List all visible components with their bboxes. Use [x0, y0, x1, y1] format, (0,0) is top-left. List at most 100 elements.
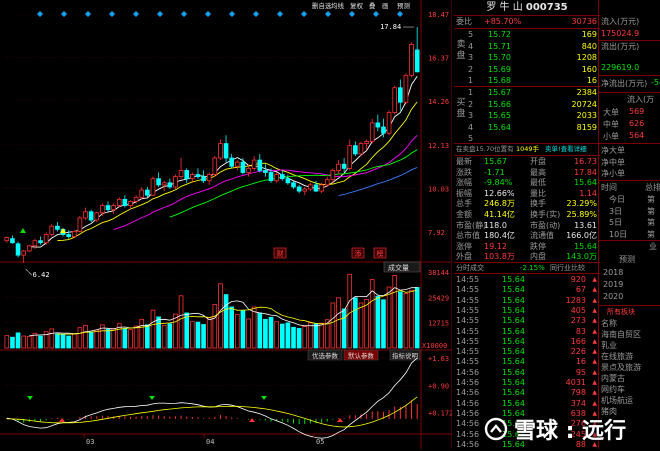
event-diamond-icon[interactable]: [133, 11, 139, 17]
order-level: 5: [468, 30, 474, 39]
flow-head: 流入(万: [627, 95, 655, 104]
toolbar-button[interactable]: 叠: [369, 2, 376, 10]
order-level: 3: [468, 111, 474, 120]
toolbar-button[interactable]: 画: [382, 2, 389, 10]
candle-body: [319, 184, 324, 192]
volume-bar: [145, 324, 150, 349]
volume-tick-label: 38144: [428, 269, 449, 277]
volume-bar: [347, 273, 353, 349]
queue-info[interactable]: 在卖盘15.70位置有 1049手 卖单!查看详细: [454, 143, 600, 155]
order-price: 15.70: [488, 53, 511, 62]
candle-body: [71, 230, 77, 237]
order-volume: 160: [581, 64, 597, 74]
volume-bar: [319, 322, 324, 349]
order-volume: 840: [581, 41, 597, 51]
volume-bar: [38, 335, 43, 349]
sell-level: 4 15.71 840: [454, 41, 600, 53]
period-rank: 第: [647, 195, 655, 204]
toolbar-button[interactable]: 删自选: [312, 1, 332, 10]
price-tick-label: 16.37: [428, 54, 449, 62]
buy-side-label: 买盘: [456, 98, 466, 119]
outflow-value: 229619.0: [601, 63, 640, 72]
event-diamond-icon[interactable]: [349, 11, 355, 17]
date-tick-label: 03: [86, 438, 94, 446]
moving-average-line-ma10: [57, 101, 418, 242]
volume-bar: [156, 316, 161, 349]
forecast-year: 2018: [603, 268, 624, 277]
signal-arrow-icon: [20, 228, 26, 233]
price-tick-label: 7.92: [428, 229, 445, 237]
event-diamond-icon[interactable]: [397, 11, 403, 17]
event-diamond-icon[interactable]: [229, 11, 235, 17]
event-diamond-icon[interactable]: [301, 11, 307, 17]
indicator-tab-label: 指标说明: [392, 351, 419, 360]
outflow-label: 流出(万元): [601, 42, 640, 51]
volume-bar: [398, 291, 403, 349]
candle-body: [161, 182, 167, 186]
period-rank: 第: [647, 206, 655, 216]
weibi-label: 委比: [456, 17, 472, 26]
volume-bar: [55, 333, 60, 349]
price-tick-label: 12.13: [428, 142, 449, 150]
order-volume: 8159: [576, 122, 597, 132]
forecast-tab-a[interactable]: 业: [649, 241, 657, 252]
volume-bar: [414, 287, 420, 349]
toolbar-button[interactable]: 复权: [350, 1, 364, 10]
candle-body: [240, 161, 246, 173]
candle-body: [353, 145, 358, 155]
forecast-tab-b[interactable]: 预测: [619, 254, 635, 265]
candle-body: [133, 196, 139, 202]
candle-body: [55, 225, 60, 230]
event-diamond-icon[interactable]: [37, 11, 43, 17]
price-tick-label: 14.26: [428, 98, 449, 106]
candle-body: [190, 174, 195, 180]
volume-bar: [353, 297, 358, 349]
concept-tab[interactable]: 所有板块: [607, 307, 635, 318]
order-level: 3: [468, 53, 474, 62]
kline-chart[interactable]: 18.47 16.37 14.26 12.13 10.03 7.92 删自选 均线 复权叠画预测…: [0, 0, 452, 449]
event-diamond-icon[interactable]: [85, 11, 91, 17]
toolbar-button[interactable]: 均线: [331, 1, 345, 10]
volume-bar: [234, 314, 240, 349]
volume-bar: [302, 326, 308, 349]
event-diamond-icon[interactable]: [61, 11, 67, 17]
queue-num: 1049手: [516, 145, 540, 153]
period-name: 10日: [609, 229, 628, 239]
candle-body: [49, 225, 55, 235]
order-price: 15.71: [488, 41, 511, 51]
volume-bar: [403, 293, 409, 349]
event-diamond-icon[interactable]: [373, 11, 379, 17]
volume-bar: [375, 295, 381, 349]
high-price-label: 17.84: [380, 23, 401, 31]
volume-bar: [386, 286, 392, 349]
event-diamond-icon[interactable]: [109, 11, 115, 17]
order-price: 15.64: [488, 122, 511, 132]
event-diamond-icon[interactable]: [181, 11, 187, 17]
event-diamond-icon[interactable]: [205, 11, 211, 17]
flow-value: 564: [629, 131, 645, 140]
event-diamond-icon[interactable]: [157, 11, 163, 17]
event-diamond-icon[interactable]: [253, 11, 259, 17]
concept-item: 在线旅游: [601, 352, 633, 361]
volume-bar: [364, 298, 369, 349]
volume-bar: [66, 335, 71, 349]
cross-arrow-icon: [27, 396, 33, 400]
queue-link[interactable]: 卖单!查看详细: [545, 143, 587, 155]
stock-header: 罗 牛 山 000735: [454, 1, 600, 15]
candle-body: [167, 182, 173, 188]
volume-tick-label: 25429: [428, 294, 449, 302]
candle-body: [251, 159, 257, 169]
candle-body: [313, 184, 319, 192]
flow-label: 小单: [603, 132, 619, 141]
event-diamond-icon[interactable]: [277, 11, 283, 17]
toolbar-button[interactable]: 预测: [397, 1, 411, 10]
candle-body: [392, 87, 398, 113]
volume-bar: [341, 308, 347, 349]
order-price: 15.66: [488, 99, 511, 109]
volume-bar: [167, 323, 173, 349]
volume-bar: [4, 335, 10, 349]
event-diamond-icon[interactable]: [325, 11, 331, 17]
sell-level: 3 15.70 1208: [454, 52, 600, 64]
candle-body: [330, 170, 336, 181]
volume-bar: [223, 294, 229, 349]
